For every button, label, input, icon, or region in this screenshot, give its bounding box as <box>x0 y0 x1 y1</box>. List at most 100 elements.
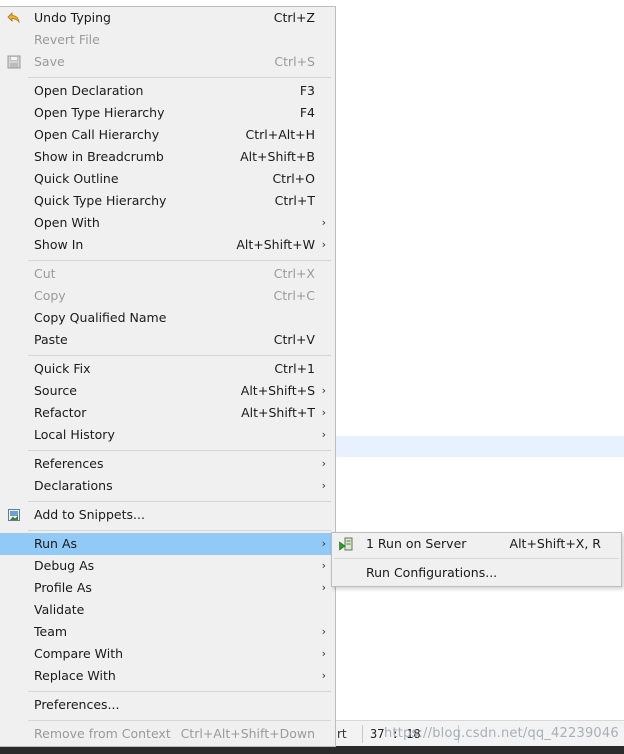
submenu-arrow-icon: › <box>321 581 326 594</box>
menu-item-label: Source <box>34 383 77 398</box>
menu-item-quick-outline[interactable]: Quick Outline Ctrl+O <box>0 168 335 190</box>
submenu-arrow-icon: › <box>321 625 326 638</box>
menu-item-label: Paste <box>34 332 68 347</box>
menu-item-label: Quick Type Hierarchy <box>34 193 167 208</box>
menu-item-revert-file[interactable]: Revert File <box>0 29 335 51</box>
submenu-arrow-icon: › <box>321 457 326 470</box>
menu-item-label: References <box>34 456 104 471</box>
submenu-arrow-icon: › <box>321 384 326 397</box>
menu-item-open-declaration[interactable]: Open Declaration F3 <box>0 80 335 102</box>
menu-item-label: Team <box>34 624 68 639</box>
menu-item-shortcut: Alt+Shift+T <box>241 405 315 420</box>
menu-item-open-type-hierarchy[interactable]: Open Type Hierarchy F4 <box>0 102 335 124</box>
menu-item-replace-with[interactable]: Replace With › <box>0 665 335 687</box>
menu-item-shortcut: Ctrl+C <box>273 288 315 303</box>
menu-item-team[interactable]: Team › <box>0 621 335 643</box>
submenu-arrow-icon: › <box>321 428 326 441</box>
menu-item-local-history[interactable]: Local History › <box>0 424 335 446</box>
menu-item-label: Quick Fix <box>34 361 91 376</box>
menu-item-label: Compare With <box>34 646 124 661</box>
menu-item-copy-qualified-name[interactable]: Copy Qualified Name <box>0 307 335 329</box>
save-icon <box>7 55 21 69</box>
menu-item-label: Save <box>34 54 65 69</box>
menu-separator <box>28 691 331 692</box>
menu-item-quick-fix[interactable]: Quick Fix Ctrl+1 <box>0 358 335 380</box>
menu-item-shortcut: Ctrl+1 <box>274 361 315 376</box>
menu-item-label: Revert File <box>34 32 100 47</box>
menu-item-compare-with[interactable]: Compare With › <box>0 643 335 665</box>
status-fragment: rt <box>337 727 347 741</box>
menu-item-label: Profile As <box>34 580 92 595</box>
menu-item-label: Replace With <box>34 668 116 683</box>
menu-item-label: Run Configurations... <box>366 565 498 580</box>
menu-item-shortcut: Ctrl+V <box>273 332 315 347</box>
menu-item-label: Open With <box>34 215 100 230</box>
menu-item-debug-as[interactable]: Debug As › <box>0 555 335 577</box>
menu-item-references[interactable]: References › <box>0 453 335 475</box>
menu-item-quick-type-hierarchy[interactable]: Quick Type Hierarchy Ctrl+T <box>0 190 335 212</box>
undo-icon <box>7 12 20 24</box>
menu-item-run-on-server[interactable]: 1 Run on Server Alt+Shift+X, R <box>332 533 621 555</box>
menu-item-label: Run As <box>34 536 78 551</box>
menu-item-refactor[interactable]: Refactor Alt+Shift+T › <box>0 402 335 424</box>
menu-item-validate[interactable]: Validate <box>0 599 335 621</box>
menu-item-shortcut: Ctrl+Alt+Shift+Down <box>180 726 315 741</box>
menu-item-shortcut: Ctrl+Alt+H <box>245 127 315 142</box>
menu-item-shortcut: Ctrl+X <box>273 266 315 281</box>
snippets-icon <box>8 509 20 521</box>
menu-item-declarations[interactable]: Declarations › <box>0 475 335 497</box>
menu-separator <box>28 530 331 531</box>
submenu-arrow-icon: › <box>321 537 326 550</box>
menu-item-cut[interactable]: Cut Ctrl+X <box>0 263 335 285</box>
menu-item-label: 1 Run on Server <box>366 536 467 551</box>
menu-item-open-call-hierarchy[interactable]: Open Call Hierarchy Ctrl+Alt+H <box>0 124 335 146</box>
menu-separator <box>28 501 331 502</box>
menu-item-shortcut: F3 <box>299 83 315 98</box>
menu-item-label: Validate <box>34 602 85 617</box>
run-as-submenu: 1 Run on Server Alt+Shift+X, R Run Confi… <box>331 532 622 587</box>
menu-item-label: Declarations <box>34 478 113 493</box>
menu-item-shortcut: Alt+Shift+S <box>240 383 315 398</box>
status-separator <box>362 725 363 743</box>
menu-item-shortcut: Ctrl+O <box>272 171 315 186</box>
menu-item-remove-from-context[interactable]: Remove from Context Ctrl+Alt+Shift+Down <box>0 723 335 745</box>
menu-item-label: Local History <box>34 427 115 442</box>
menu-item-show-in-breadcrumb[interactable]: Show in Breadcrumb Alt+Shift+B <box>0 146 335 168</box>
menu-item-label: Copy <box>34 288 66 303</box>
menu-item-label: Copy Qualified Name <box>34 310 167 325</box>
menu-item-label: Open Declaration <box>34 83 144 98</box>
submenu-arrow-icon: › <box>321 647 326 660</box>
menu-item-save[interactable]: Save Ctrl+S <box>0 51 335 73</box>
menu-item-add-to-snippets[interactable]: Add to Snippets... <box>0 504 335 526</box>
menu-item-undo-typing[interactable]: Undo Typing Ctrl+Z <box>0 7 335 29</box>
menu-item-shortcut: Alt+Shift+X, R <box>509 536 601 551</box>
menu-item-show-in[interactable]: Show In Alt+Shift+W › <box>0 234 335 256</box>
menu-item-label: Quick Outline <box>34 171 119 186</box>
menu-item-label: Remove from Context <box>34 726 171 741</box>
menu-item-open-with[interactable]: Open With › <box>0 212 335 234</box>
submenu-arrow-icon: › <box>321 559 326 572</box>
menu-item-label: Show in Breadcrumb <box>34 149 164 164</box>
taskbar-strip <box>0 746 624 754</box>
menu-item-preferences[interactable]: Preferences... <box>0 694 335 716</box>
submenu-arrow-icon: › <box>321 669 326 682</box>
menu-item-label: Undo Typing <box>34 10 111 25</box>
menu-item-copy[interactable]: Copy Ctrl+C <box>0 285 335 307</box>
run-on-server-icon <box>339 537 353 551</box>
menu-item-run-as[interactable]: Run As › <box>0 533 335 555</box>
menu-separator <box>28 450 331 451</box>
menu-separator <box>28 720 331 721</box>
submenu-arrow-icon: › <box>321 216 326 229</box>
submenu-arrow-icon: › <box>321 406 326 419</box>
editor-current-line <box>336 436 624 457</box>
menu-item-run-configurations[interactable]: Run Configurations... <box>332 562 621 584</box>
menu-separator <box>28 355 331 356</box>
menu-item-shortcut: Alt+Shift+B <box>240 149 315 164</box>
menu-item-source[interactable]: Source Alt+Shift+S › <box>0 380 335 402</box>
menu-item-profile-as[interactable]: Profile As › <box>0 577 335 599</box>
menu-item-shortcut: Ctrl+Z <box>273 10 315 25</box>
submenu-arrow-icon: › <box>321 238 326 251</box>
menu-item-label: Preferences... <box>34 697 120 712</box>
menu-item-label: Open Type Hierarchy <box>34 105 165 120</box>
menu-item-paste[interactable]: Paste Ctrl+V <box>0 329 335 351</box>
